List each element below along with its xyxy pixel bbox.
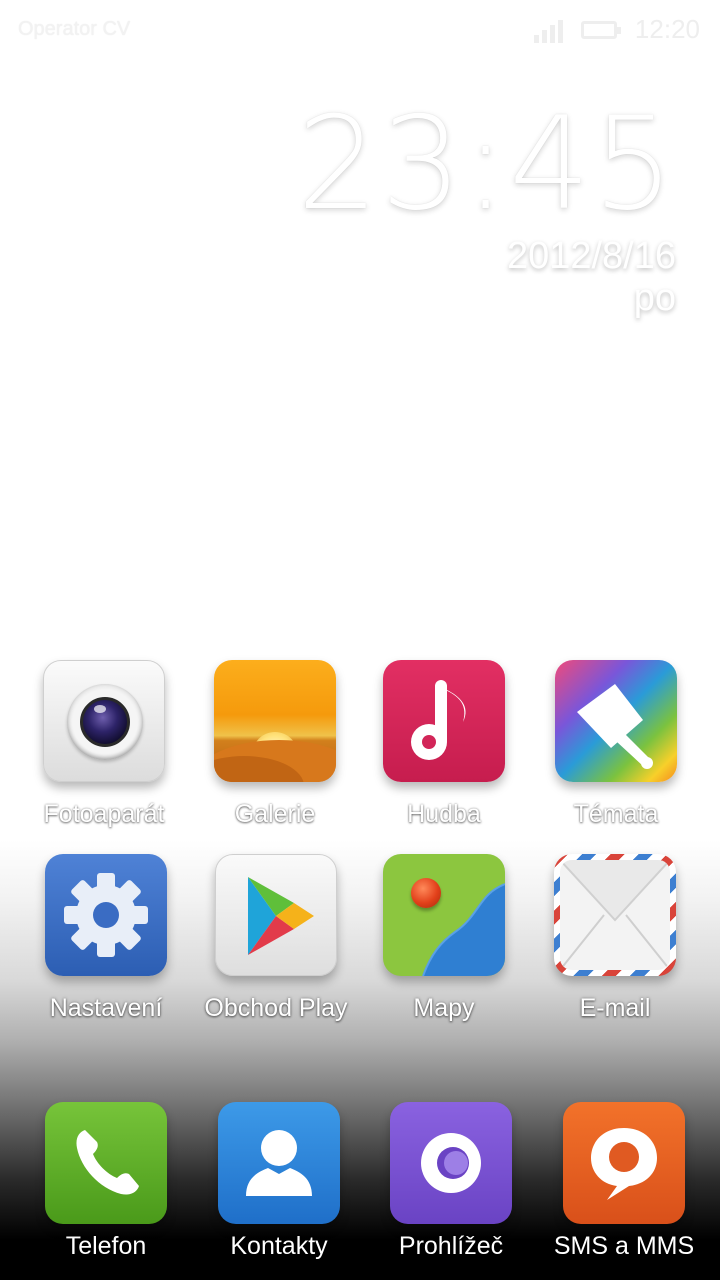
dock-app-phone[interactable]: Telefon [21,1102,191,1261]
phone-icon [45,1102,167,1224]
gallery-icon [214,660,336,782]
signal-strength-icon [533,17,563,43]
app-gallery[interactable]: Galerie [190,660,360,829]
dock-label: Telefon [65,1232,147,1260]
status-icons: 12:20 [533,14,700,45]
app-themes[interactable]: Témata [531,660,701,829]
browser-icon [390,1102,512,1224]
music-icon [383,660,505,782]
clock-day: po [633,277,676,319]
play-store-icon [215,854,337,976]
contacts-icon [218,1102,340,1224]
dock-app-browser[interactable]: Prohlížeč [366,1102,536,1261]
app-email[interactable]: E-mail [530,854,700,1023]
dock-label: Kontakty [230,1232,328,1260]
messaging-icon [563,1102,685,1224]
app-label: Obchod Play [204,994,348,1022]
themes-brush-icon [555,660,677,782]
clock-date: 2012/8/16 [506,235,676,277]
clock-time: 23:45 [297,90,676,239]
dock-app-contacts[interactable]: Kontakty [194,1102,364,1261]
operator-name: Operator CV [18,18,131,40]
maps-icon [383,854,505,976]
app-play-store[interactable]: Obchod Play [191,854,361,1023]
dock-label: Prohlížeč [398,1232,504,1260]
clock-widget[interactable]: 23:45 2012/8/16 po [297,90,676,319]
app-settings[interactable]: Nastavení [21,854,191,1023]
status-bar: Operator CV 12:20 [0,0,720,60]
app-music[interactable]: Hudba [359,660,529,829]
email-envelope-icon [554,854,676,976]
status-time: 12:20 [634,14,700,44]
app-camera[interactable]: Fotoaparát [19,660,189,829]
app-label: Fotoaparát [43,800,165,828]
dock-label: SMS a MMS [553,1232,695,1260]
dock-app-messaging[interactable]: SMS a MMS [539,1102,709,1261]
app-label: Galerie [234,800,316,828]
settings-gear-icon [45,854,167,976]
app-label: Témata [573,800,659,828]
app-label: Nastavení [49,994,163,1022]
camera-icon [43,660,165,782]
app-label: Mapy [413,994,475,1022]
app-label: Hudba [407,800,481,828]
battery-icon [580,20,621,39]
app-maps[interactable]: Mapy [359,854,529,1023]
app-label: E-mail [579,994,651,1022]
